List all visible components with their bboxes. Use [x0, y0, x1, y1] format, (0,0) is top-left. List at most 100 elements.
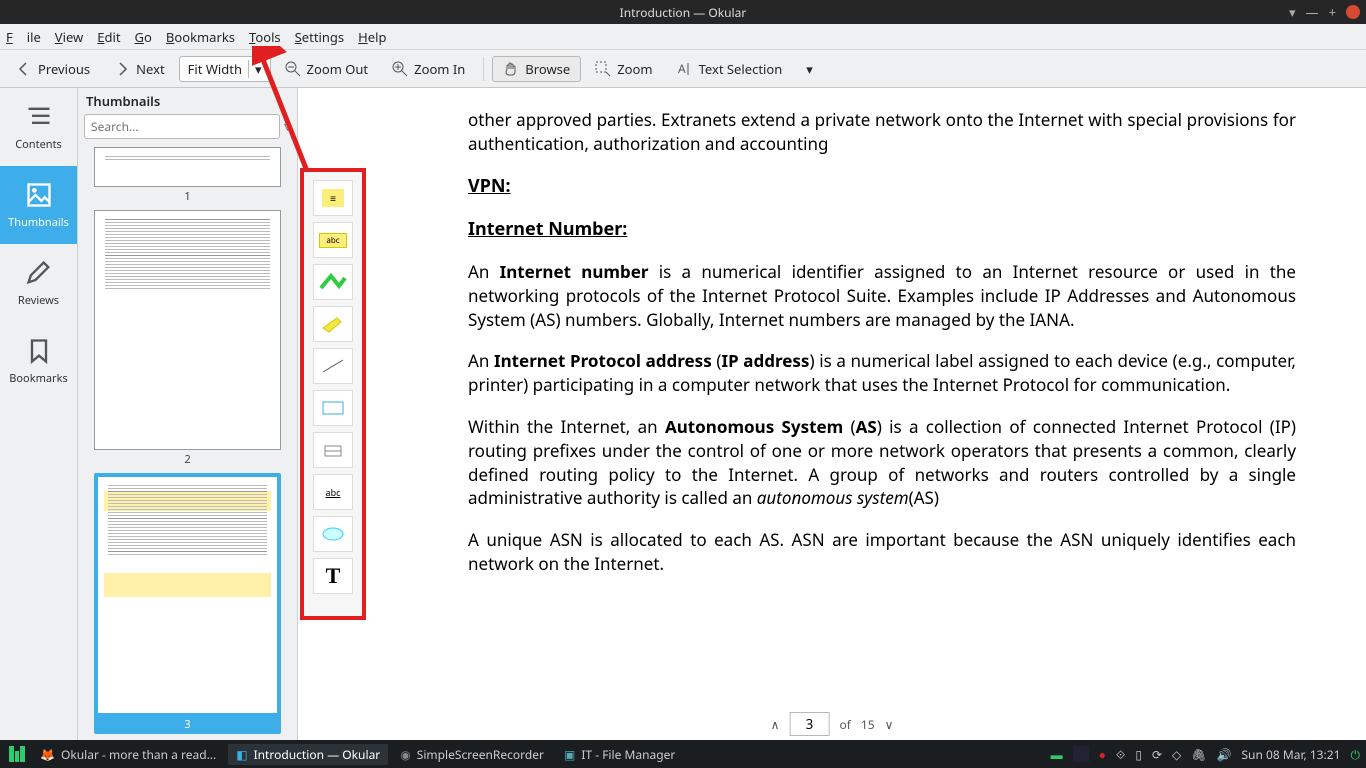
chevron-right-icon: [114, 61, 130, 77]
thumbnail-search-input[interactable]: [84, 114, 280, 139]
doc-heading-vpn: VPN:: [468, 174, 1296, 199]
doc-paragraph: An Internet Protocol address (IP address…: [468, 349, 1296, 397]
next-button[interactable]: Next: [104, 56, 175, 82]
contents-label: Contents: [15, 137, 62, 152]
thumbnails-tab[interactable]: Thumbnails: [0, 166, 77, 244]
tray-attachment-icon[interactable]: 🖇: [1191, 746, 1206, 763]
page-of-label: of: [839, 716, 850, 733]
page-navigator: ∧ of 15 ∨: [771, 712, 894, 736]
previous-button[interactable]: Previous: [6, 56, 100, 82]
zoom-mode-select[interactable]: Fit Width ▾: [179, 56, 271, 82]
stamp-button[interactable]: [313, 432, 353, 468]
menu-settings[interactable]: Settings: [295, 28, 344, 46]
toolbar-separator: [483, 57, 484, 81]
ellipse-button[interactable]: [313, 516, 353, 552]
okular-icon: ◧: [236, 746, 247, 763]
window-title: Introduction — Okular: [620, 4, 747, 21]
start-menu-button[interactable]: [6, 743, 28, 765]
current-page-input[interactable]: [789, 712, 829, 736]
doc-paragraph: other approved parties. Extranets extend…: [468, 108, 1296, 156]
tray-clock[interactable]: Sun 08 Mar, 13:21: [1241, 746, 1340, 763]
task-label: SimpleScreenRecorder: [417, 746, 544, 763]
next-label: Next: [136, 60, 165, 78]
filter-icon[interactable]: ▿: [284, 117, 291, 136]
polygon-button[interactable]: [313, 390, 353, 426]
tray-session-icon[interactable]: ⏻: [1351, 746, 1361, 763]
chevron-down-icon: ▾: [806, 60, 813, 78]
menu-bookmarks[interactable]: Bookmarks: [166, 28, 235, 46]
doc-paragraph: An Internet number is a numerical identi…: [468, 260, 1296, 331]
chevron-down-icon: ▾: [248, 60, 262, 78]
tray-app-icon[interactable]: [1073, 746, 1089, 762]
straight-line-button[interactable]: [313, 348, 353, 384]
task-filemanager[interactable]: ▣ IT - File Manager: [556, 744, 683, 765]
thumbnails-header: Thumbnails: [78, 88, 297, 114]
record-icon: ◉: [400, 746, 410, 763]
text-selection-button[interactable]: A Text Selection: [667, 56, 793, 82]
menu-edit[interactable]: Edit: [97, 28, 120, 46]
chevron-left-icon: [16, 61, 32, 77]
task-firefox[interactable]: 🦊 Okular - more than a read...: [32, 744, 224, 765]
underline-button[interactable]: abc: [313, 474, 353, 510]
reviews-label: Reviews: [18, 293, 59, 308]
annotation-toolbar: ≡ abc abc T: [300, 168, 366, 620]
window-close-icon[interactable]: [1346, 5, 1360, 19]
doc-paragraph: A unique ASN is allocated to each AS. AS…: [468, 528, 1296, 576]
window-minimize-icon[interactable]: ▾: [1289, 3, 1296, 21]
tray-clipboard-icon[interactable]: ▯: [1135, 746, 1142, 763]
typewriter-button[interactable]: T: [313, 558, 353, 594]
tray-shield-icon[interactable]: ◇: [1172, 746, 1181, 763]
document-page: other approved parties. Extranets extend…: [438, 88, 1326, 730]
contents-tab[interactable]: Contents: [0, 88, 77, 166]
text-selection-label: Text Selection: [699, 60, 783, 78]
zoom-button[interactable]: Zoom: [585, 56, 662, 82]
menu-go[interactable]: Go: [135, 28, 152, 46]
thumb-page-number: 3: [96, 717, 279, 732]
window-titlebar: Introduction — Okular ▾ — +: [0, 0, 1366, 24]
menu-view[interactable]: View: [55, 28, 83, 46]
bookmark-icon: [25, 337, 53, 365]
doc-heading-internet-number: Internet Number:: [468, 217, 1296, 242]
window-restore-icon[interactable]: —: [1306, 3, 1319, 21]
bookmarks-label: Bookmarks: [9, 371, 67, 386]
thumbnail-page-3[interactable]: 3: [94, 473, 281, 734]
menubar: File View Edit Go Bookmarks Tools Settin…: [0, 24, 1366, 50]
reviews-tab[interactable]: Reviews: [0, 244, 77, 322]
thumbnail-page-2[interactable]: 2: [94, 210, 281, 467]
zoom-out-button[interactable]: Zoom Out: [275, 56, 379, 82]
task-label: Okular - more than a read...: [61, 746, 216, 763]
menu-tools[interactable]: Tools: [249, 28, 281, 46]
hand-icon: [503, 61, 519, 77]
thumbnails-label: Thumbnails: [8, 215, 69, 230]
browse-button[interactable]: Browse: [492, 56, 581, 82]
text-selection-dropdown[interactable]: ▾: [796, 56, 823, 82]
doc-paragraph: Within the Internet, an Autonomous Syste…: [468, 415, 1296, 510]
bookmarks-tab[interactable]: Bookmarks: [0, 322, 77, 400]
total-pages: 15: [861, 716, 875, 733]
highlighter-button[interactable]: [313, 306, 353, 342]
menu-file[interactable]: File: [6, 28, 41, 46]
task-okular[interactable]: ◧ Introduction — Okular: [228, 744, 388, 765]
inline-note-button[interactable]: abc: [313, 222, 353, 258]
note-annotation-button[interactable]: ≡: [313, 180, 353, 216]
tray-volume-icon[interactable]: 🔊: [1216, 746, 1231, 763]
zoom-rect-icon: [595, 61, 611, 77]
system-tray: ▬ ● ⟐ ▯ ⟳ ◇ 🖇 🔊 Sun 08 Mar, 13:21 ⏻: [1051, 746, 1360, 763]
zoom-out-label: Zoom Out: [307, 60, 369, 78]
page-next-icon[interactable]: ∨: [885, 716, 894, 733]
text-cursor-icon: A: [677, 61, 693, 77]
thumbnail-list[interactable]: 1 2 3: [78, 145, 297, 740]
tray-updates-icon[interactable]: ⟳: [1152, 746, 1162, 763]
freehand-green-button[interactable]: [313, 264, 353, 300]
window-maximize-icon[interactable]: +: [1329, 3, 1336, 21]
thumbnail-page-1[interactable]: 1: [94, 147, 281, 204]
tray-bluetooth-icon[interactable]: ⟐: [1116, 746, 1125, 763]
tray-chat-icon[interactable]: ▬: [1051, 746, 1063, 763]
page-prev-icon[interactable]: ∧: [771, 716, 780, 733]
task-label: Introduction — Okular: [254, 746, 381, 763]
tray-record-icon[interactable]: ●: [1099, 746, 1106, 763]
menu-help[interactable]: Help: [358, 28, 386, 46]
document-view[interactable]: other approved parties. Extranets extend…: [298, 88, 1366, 740]
task-screenrecorder[interactable]: ◉ SimpleScreenRecorder: [392, 744, 552, 765]
zoom-in-button[interactable]: Zoom In: [382, 56, 475, 82]
